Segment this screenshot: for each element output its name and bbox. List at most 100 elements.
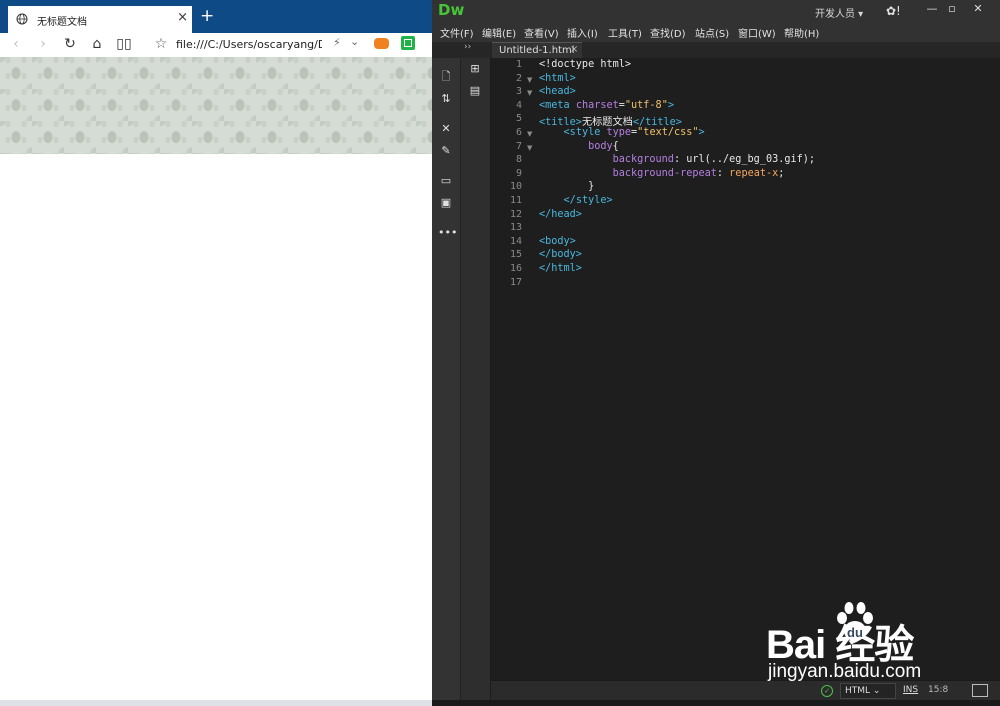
gear-icon[interactable]: ✿! bbox=[886, 4, 901, 18]
expand-collapse-icon[interactable]: ✕ bbox=[438, 122, 454, 136]
code-line[interactable]: <head> bbox=[539, 86, 576, 97]
line-number: 12 bbox=[509, 208, 522, 220]
code-token: > bbox=[667, 99, 674, 111]
dreamweaver-window: Dw 开发人员 ▾ ✿! — ▫ ✕ 文件(F) 编辑(E) 查看(V) 插入(… bbox=[432, 0, 1000, 706]
comment-icon[interactable]: ▭ bbox=[438, 174, 454, 188]
code-line[interactable]: <!doctype html> bbox=[539, 59, 631, 70]
tab-title: 无标题文档 bbox=[37, 17, 87, 28]
line-number: 2 bbox=[515, 72, 522, 84]
code-line[interactable]: <meta charset="utf-8"> bbox=[539, 100, 674, 111]
code-token: type bbox=[606, 127, 632, 138]
browser-tab-strip: 无标题文档 × + bbox=[0, 0, 432, 33]
minimize-icon[interactable]: — bbox=[922, 2, 942, 16]
code-token: background bbox=[612, 154, 674, 166]
code-line[interactable]: <html> bbox=[539, 73, 576, 84]
chevron-down-icon[interactable]: ⌄ bbox=[350, 35, 359, 48]
code-token: </head> bbox=[539, 208, 582, 220]
menu-site[interactable]: 站点(S) bbox=[695, 25, 729, 40]
green-extension-icon[interactable] bbox=[401, 36, 415, 50]
gamepad-extension-icon[interactable] bbox=[374, 38, 389, 49]
code-token: } bbox=[539, 181, 595, 193]
code-token: <body> bbox=[539, 235, 576, 247]
code-line[interactable]: </head> bbox=[539, 209, 582, 220]
line-number: 5 bbox=[515, 113, 522, 125]
back-icon[interactable]: ‹ bbox=[7, 35, 25, 53]
code-line[interactable]: } bbox=[539, 181, 594, 192]
preview-icon[interactable] bbox=[972, 684, 988, 697]
brush-icon[interactable]: ✎ bbox=[438, 144, 454, 158]
code-token: repeat-x bbox=[729, 167, 779, 179]
language-select[interactable]: HTML ⌄ bbox=[840, 683, 896, 699]
dw-panel-strip: ⊞ ▤ bbox=[461, 58, 491, 700]
code-token: charset bbox=[575, 99, 619, 111]
document-tab-label: Untitled-1.html bbox=[499, 45, 575, 56]
sort-icon[interactable]: ⇅ bbox=[438, 92, 454, 106]
status-bar: ✓ HTML ⌄ INS 15:8 bbox=[491, 680, 1000, 701]
menu-view[interactable]: 查看(V) bbox=[524, 25, 559, 40]
code-line[interactable]: <style type="text/css"> bbox=[539, 127, 705, 138]
line-number: 8 bbox=[515, 154, 522, 166]
maximize-icon[interactable]: ▫ bbox=[942, 2, 962, 16]
dw-bottom-edge bbox=[432, 700, 1000, 706]
address-bar[interactable]: file:///C:/Users/oscaryang/De bbox=[176, 38, 322, 51]
close-icon[interactable]: ✕ bbox=[968, 2, 988, 16]
home-icon[interactable]: ⌂ bbox=[88, 35, 106, 53]
code-line[interactable]: background: url(../eg_bg_03.gif); bbox=[539, 154, 815, 165]
line-number: 6 bbox=[515, 127, 522, 138]
clean-code-icon[interactable]: ▣ bbox=[438, 196, 454, 210]
code-token: > bbox=[698, 127, 705, 138]
menu-find[interactable]: 查找(D) bbox=[650, 25, 686, 40]
document-tab[interactable]: Untitled-1.html × bbox=[492, 42, 582, 59]
favorite-star-icon[interactable]: ☆ bbox=[152, 35, 170, 53]
fold-arrow-icon[interactable]: ▼ bbox=[527, 76, 532, 84]
dw-logo: Dw bbox=[438, 1, 465, 19]
dom-tree-icon[interactable]: ⊞ bbox=[467, 62, 483, 76]
menu-edit[interactable]: 编辑(E) bbox=[482, 25, 516, 40]
code-navigator-icon[interactable]: ▤ bbox=[467, 84, 483, 98]
flash-icon[interactable]: ⚡ bbox=[333, 36, 341, 49]
browser-tab[interactable]: 无标题文档 × bbox=[8, 6, 192, 33]
menu-help[interactable]: 帮助(H) bbox=[784, 25, 819, 40]
menu-insert[interactable]: 插入(I) bbox=[567, 25, 598, 40]
forward-icon[interactable]: › bbox=[34, 35, 52, 53]
code-token: </style> bbox=[563, 195, 613, 206]
fold-arrow-icon[interactable]: ▼ bbox=[527, 144, 532, 152]
reading-view-icon[interactable]: ▯▯ bbox=[115, 35, 133, 53]
new-tab-icon[interactable]: + bbox=[200, 6, 214, 26]
menu-tools[interactable]: 工具(T) bbox=[608, 25, 642, 40]
code-editor[interactable]: 1 <!doctype html> 2 ▼ <html> 3 ▼ <head> 4 <meta c… bbox=[491, 58, 1000, 680]
cursor-position: 15:8 bbox=[928, 685, 949, 695]
code-token: : url(../eg_bg_03.gif); bbox=[673, 154, 816, 166]
line-number: 14 bbox=[509, 235, 522, 247]
code-line[interactable]: </body> bbox=[539, 249, 582, 260]
code-line[interactable]: <body> bbox=[539, 236, 576, 247]
code-token: "text/css" bbox=[637, 127, 699, 138]
code-token: "utf-8" bbox=[624, 99, 668, 111]
code-line[interactable]: background-repeat: repeat-x; bbox=[539, 167, 785, 179]
refresh-icon[interactable]: ↻ bbox=[61, 35, 79, 53]
code-line[interactable]: </style> bbox=[539, 195, 613, 206]
code-line[interactable]: body{ bbox=[539, 141, 619, 152]
page-content bbox=[0, 154, 432, 700]
tab-close-icon[interactable]: × bbox=[177, 10, 188, 26]
line-number: 13 bbox=[509, 222, 522, 234]
menu-file[interactable]: 文件(F) bbox=[440, 25, 474, 40]
code-line[interactable]: </html> bbox=[539, 263, 582, 274]
code-token: </body> bbox=[539, 249, 582, 261]
menu-window[interactable]: 窗口(W) bbox=[738, 25, 776, 40]
line-number: 3 bbox=[515, 86, 522, 98]
line-number: 16 bbox=[509, 263, 522, 274]
collapse-panel-icon[interactable]: ›› bbox=[464, 42, 471, 52]
code-token: <style bbox=[563, 127, 607, 138]
more-icon[interactable]: ••• bbox=[438, 226, 457, 240]
insert-mode-indicator[interactable]: INS bbox=[903, 685, 918, 695]
new-file-icon[interactable]: 🗋 bbox=[438, 70, 454, 84]
fold-arrow-icon[interactable]: ▼ bbox=[527, 130, 532, 138]
workspace-switcher[interactable]: 开发人员 ▾ bbox=[815, 5, 863, 20]
fold-arrow-icon[interactable]: ▼ bbox=[527, 89, 532, 97]
document-tab-close-icon[interactable]: × bbox=[570, 44, 578, 55]
